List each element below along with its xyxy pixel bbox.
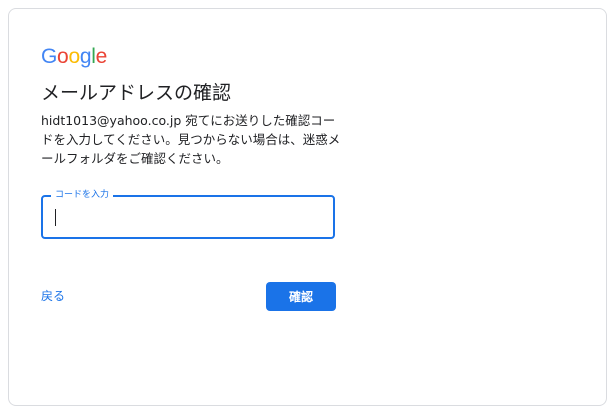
google-logo: Google [41, 45, 107, 69]
logo-letter: o [57, 45, 69, 68]
confirm-button[interactable]: 確認 [266, 282, 336, 311]
logo-letter: o [68, 45, 80, 68]
logo-letter: g [79, 45, 92, 68]
logo-letter: G [41, 45, 58, 68]
code-input-field[interactable]: コードを入力 [41, 189, 335, 239]
code-input[interactable] [43, 197, 333, 237]
text-cursor [55, 209, 56, 226]
back-link[interactable]: 戻る [41, 288, 65, 304]
verification-card: Google メールアドレスの確認 hidt1013@yahoo.co.jp 宛… [8, 8, 607, 406]
page-title: メールアドレスの確認 [41, 82, 232, 104]
logo-letter: e [95, 45, 108, 68]
instruction-text: hidt1013@yahoo.co.jp 宛てにお送りした確認コードを入力してく… [41, 113, 341, 166]
